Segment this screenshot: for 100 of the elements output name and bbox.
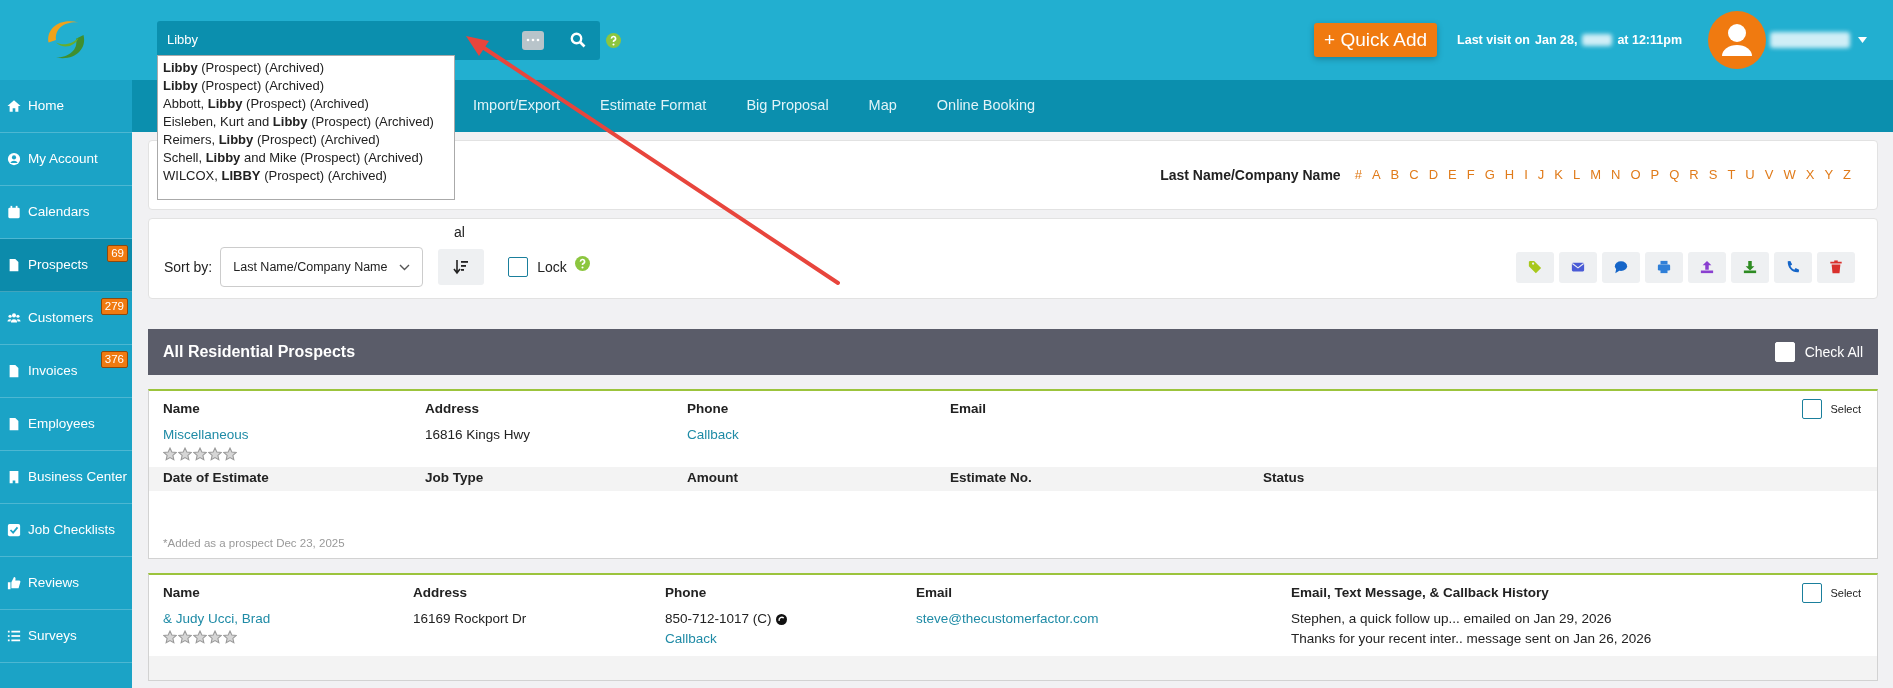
sort-order-button[interactable]	[438, 249, 485, 285]
more-button[interactable]	[522, 30, 544, 50]
prospect-name-link[interactable]: & Judy Ucci, Brad	[163, 611, 271, 626]
sidebar-item[interactable]: Customers 279	[0, 292, 132, 345]
sidebar-item[interactable]: My Account	[0, 133, 132, 186]
column-header: Status	[1263, 469, 1306, 488]
search-icon	[570, 32, 586, 48]
lock-checkbox[interactable]	[508, 257, 529, 277]
letter-link[interactable]: P	[1648, 165, 1662, 185]
file-icon	[7, 417, 21, 431]
sidebar-item[interactable]: Surveys	[0, 610, 132, 663]
phone-button[interactable]	[1774, 251, 1812, 283]
letter-link[interactable]: O	[1628, 165, 1643, 185]
added-note: *Added as a prospect Dec 23, 2025	[162, 535, 346, 551]
prospect-name-link[interactable]: Miscellaneous	[163, 427, 249, 443]
nav-link[interactable]: Estimate Format	[600, 95, 707, 117]
letter-link[interactable]: D	[1426, 165, 1440, 185]
sidebar-item[interactable]: Job Checklists	[0, 504, 132, 557]
letter-link[interactable]: I	[1522, 165, 1530, 185]
filter-label: Last Name/Company Name	[1160, 165, 1341, 185]
search-field[interactable]: Libby	[157, 20, 600, 60]
column-header: Estimate No.	[950, 469, 1033, 488]
letter-link[interactable]: N	[1609, 165, 1623, 185]
star-icon	[178, 630, 192, 645]
suggestion-item[interactable]: Schell, Libby and Mike (Prospect) (Archived)	[163, 148, 449, 167]
nav-link[interactable]: Online Booking	[936, 95, 1036, 117]
star-icon	[163, 446, 177, 461]
suggestion-item[interactable]: Libby (Prospect) (Archived)	[163, 76, 449, 95]
chevron-icon	[399, 263, 411, 271]
sidebar-item[interactable]: Invoices 376	[0, 345, 132, 398]
help-icon[interactable]	[606, 32, 621, 48]
column-header: Email	[950, 400, 988, 418]
letter-link[interactable]: U	[1743, 165, 1757, 185]
sidebar-item[interactable]: Prospects 69	[0, 239, 132, 292]
letter-link[interactable]: K	[1552, 165, 1565, 185]
nav-link[interactable]: Map	[868, 95, 897, 117]
nav-link[interactable]: Import/Export	[473, 95, 561, 117]
suggestion-item[interactable]: WILCOX, LIBBY (Prospect) (Archived)	[163, 166, 449, 185]
letter-link[interactable]: Y	[1822, 165, 1836, 185]
column-header: Email, Text Message, & Callback History	[1291, 583, 1550, 602]
letter-link[interactable]: F	[1464, 165, 1477, 185]
check-all-checkbox[interactable]	[1774, 342, 1795, 362]
letter-link[interactable]: Q	[1667, 165, 1682, 185]
sort-select[interactable]: Last Name/Company Name	[220, 247, 424, 287]
select-checkbox[interactable]	[1802, 399, 1823, 420]
letter-link[interactable]: V	[1762, 165, 1776, 185]
sidebar-item[interactable]: Employees	[0, 398, 132, 451]
letter-link[interactable]: J	[1535, 165, 1547, 185]
printer-button[interactable]	[1645, 251, 1683, 283]
file-icon	[7, 364, 21, 378]
trash-button[interactable]	[1817, 251, 1855, 283]
last-visit-date: Jan 28,	[1535, 31, 1578, 49]
suggestion-item[interactable]: Abbott, Libby (Prospect) (Archived)	[163, 94, 449, 113]
address-text: 16169 Rockport Dr	[413, 610, 528, 628]
envelope-button[interactable]	[1559, 251, 1597, 283]
letter-link[interactable]: A	[1369, 165, 1383, 185]
sort-label: Sort by:	[164, 257, 213, 277]
quick-add-button[interactable]: + Quick Add	[1314, 22, 1438, 58]
chat-button[interactable]	[1602, 251, 1640, 283]
email-link[interactable]: steve@thecustomerfactor.com	[916, 611, 1099, 626]
letter-link[interactable]: H	[1502, 165, 1517, 185]
callback-link[interactable]: Callback	[687, 427, 739, 443]
section-title: All Residential Prospects	[163, 342, 356, 362]
letter-link[interactable]: W	[1781, 165, 1798, 185]
sidebar-item[interactable]: Business Center	[0, 451, 132, 504]
letter-link[interactable]: X	[1803, 165, 1817, 185]
letter-link[interactable]: M	[1588, 165, 1604, 185]
star-icon	[208, 630, 222, 645]
text-fragment: al	[454, 223, 466, 241]
last-visit-time: at 12:11pm	[1617, 31, 1682, 49]
sidebar-item[interactable]: Reviews	[0, 557, 132, 610]
column-header: Address	[425, 400, 481, 418]
caret-icon[interactable]	[1858, 37, 1867, 43]
suggestion-item[interactable]: Reimers, Libby (Prospect) (Archived)	[163, 130, 449, 149]
letter-link[interactable]: R	[1687, 165, 1701, 185]
letter-link[interactable]: L	[1570, 165, 1583, 185]
download-button[interactable]	[1731, 251, 1769, 283]
letter-link[interactable]: G	[1482, 165, 1497, 185]
callback-link[interactable]: Callback	[665, 631, 717, 647]
count-badge: 69	[107, 245, 128, 262]
suggestion-item[interactable]: Eisleben, Kurt and Libby (Prospect) (Archived)	[163, 112, 449, 131]
nav-link[interactable]: Big Proposal	[746, 95, 829, 117]
address-text: 16816 Kings Hwy	[425, 426, 532, 445]
letter-link[interactable]: B	[1388, 165, 1402, 185]
letter-link[interactable]: S	[1706, 165, 1720, 185]
letter-link[interactable]: C	[1407, 165, 1421, 185]
letter-link[interactable]: Z	[1841, 165, 1853, 185]
upload-button[interactable]	[1688, 251, 1726, 283]
letter-link[interactable]: T	[1725, 165, 1738, 185]
suggestion-item[interactable]: Libby (Prospect) (Archived)	[163, 58, 449, 77]
letter-link[interactable]: #	[1352, 165, 1364, 185]
last-visit-label: Last visit on	[1457, 31, 1530, 49]
disc-icon	[775, 613, 787, 625]
select-checkbox[interactable]	[1802, 582, 1823, 603]
star-icon	[193, 630, 207, 645]
avatar-icon[interactable]	[1708, 11, 1766, 69]
letter-link[interactable]: E	[1446, 165, 1459, 185]
checkbox-icon	[7, 523, 21, 537]
home-icon	[7, 99, 21, 113]
star-icon	[223, 446, 237, 461]
